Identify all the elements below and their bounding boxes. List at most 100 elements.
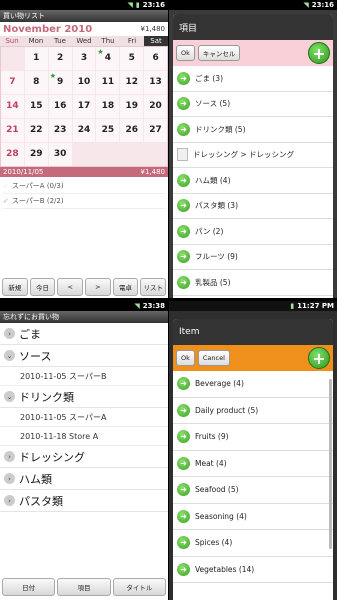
calendar-day[interactable]: 5 — [120, 47, 144, 70]
toolbar-button[interactable]: 電卓 — [112, 278, 139, 296]
arrow-right-icon: ➜ — [177, 403, 190, 417]
calendar-day[interactable]: 28 — [1, 143, 24, 166]
list-item-label: Meat (4) — [195, 458, 227, 468]
group-header[interactable]: › パスタ類 — [0, 490, 168, 512]
day-of-week-label: Sat — [144, 36, 168, 46]
list-item[interactable]: ➜ Seasoning (4) — [173, 504, 333, 530]
dialog-actions: Ok Cancel + — [173, 345, 333, 371]
list-item[interactable]: ➜ Vegetables (14) — [173, 557, 333, 583]
toolbar-button[interactable]: 新規 — [2, 278, 28, 296]
calendar-day[interactable]: 4 ★ — [96, 47, 120, 70]
group-header[interactable]: › ハム類 — [0, 468, 168, 490]
calendar-day[interactable]: 26 — [120, 119, 144, 142]
calendar-day[interactable]: 30 — [48, 143, 72, 166]
calendar-empty-cell — [72, 143, 96, 166]
list-item[interactable]: ➜ Daily product (5) — [173, 398, 333, 424]
calendar-day[interactable]: 25 — [96, 119, 120, 142]
ok-button[interactable]: Ok — [176, 45, 195, 61]
group-sub-item[interactable]: 2010-11-18 Store A — [0, 427, 168, 446]
toolbar-button[interactable]: > — [85, 278, 111, 296]
day-number: 6 — [152, 53, 159, 63]
calendar-day[interactable]: 10 — [72, 71, 96, 94]
cancel-button[interactable]: キャンセル — [197, 45, 241, 61]
calendar-day[interactable]: 19 — [120, 95, 144, 118]
toolbar-button[interactable]: < — [57, 278, 84, 296]
list-item[interactable]: ➜ ハム類 (4) — [173, 168, 333, 194]
cancel-button[interactable]: Cancel — [197, 350, 230, 366]
list-item[interactable]: ➜ 乳製品 (5) — [173, 270, 333, 296]
toolbar-button[interactable]: リスト — [140, 278, 167, 296]
list-item[interactable]: ➜ Meat (4) — [173, 451, 333, 477]
calendar-day[interactable]: 9 ★ — [48, 71, 72, 94]
bottom-toolbar: 新規 今日 < > 電卓 リスト — [0, 278, 168, 296]
calendar-day[interactable]: 27 — [144, 119, 167, 142]
calendar-day[interactable]: 16 — [48, 95, 72, 118]
list-item[interactable]: ➜ パン (2) — [173, 219, 333, 245]
calendar-day[interactable]: 8 — [24, 71, 48, 94]
group-header[interactable]: › ドレッシング — [0, 446, 168, 468]
scrollbar[interactable] — [329, 379, 332, 549]
calendar-day[interactable]: 29 — [24, 143, 48, 166]
item-dialog-screen-en: ▮ 11:27 PM Item Ok Cancel + ➜ Beverage (4… — [169, 301, 337, 600]
calendar-day[interactable]: 12 — [120, 71, 144, 94]
day-number: 21 — [6, 125, 19, 135]
day-number: 16 — [53, 101, 67, 111]
item-list: ➜ ごま (3) ➜ ソース (5) ➜ ドリンク類 (5) ドレッシング > ドレッシング… — [173, 66, 333, 296]
group-sub-item[interactable]: 2010-11-05 スーパーB — [0, 367, 168, 386]
calendar-day[interactable]: 20 — [144, 95, 167, 118]
list-item[interactable]: ➜ Seafood (5) — [173, 477, 333, 504]
calendar-day[interactable]: 1 — [24, 47, 48, 70]
chevron-right-icon: › — [4, 473, 15, 484]
list-item[interactable]: ➜ フルーツ (9) — [173, 245, 333, 270]
toolbar-button[interactable]: タイトル — [112, 578, 166, 596]
calendar-day[interactable]: 6 — [144, 47, 167, 70]
calendar-day[interactable]: 15 — [24, 95, 48, 118]
group-sub-item[interactable]: 2010-11-05 スーパーA — [0, 408, 168, 427]
list-item[interactable]: ドレッシング > ドレッシング — [173, 143, 333, 168]
day-number: 19 — [125, 101, 138, 111]
arrow-right-icon: ➜ — [177, 173, 190, 187]
calendar-day[interactable]: 13 — [144, 71, 167, 94]
list-item[interactable]: ➜ ごま (3) — [173, 66, 333, 92]
list-item[interactable]: ➜ ドリンク類 (5) — [173, 117, 333, 143]
calendar-day[interactable]: 22 — [24, 119, 48, 142]
calendar-day[interactable]: 7 — [1, 71, 24, 94]
add-icon[interactable]: + — [308, 347, 330, 369]
status-time: 23:38 — [142, 302, 165, 310]
list-item[interactable]: ➜ Spices (4) — [173, 530, 333, 557]
list-item[interactable]: ✓ スーパーB (2/2) — [3, 194, 165, 209]
group-label: パスタ類 — [19, 494, 63, 508]
toolbar-button[interactable]: 日付 — [2, 578, 56, 596]
group-header[interactable]: › ごま — [0, 323, 168, 345]
group-header[interactable]: ⌄ ドリンク類 — [0, 386, 168, 408]
arrow-right-icon: ➜ — [177, 483, 190, 497]
group-label: ハム類 — [19, 472, 52, 486]
list-item[interactable]: ➜ ソース (5) — [173, 92, 333, 117]
calendar-day[interactable]: 18 — [96, 95, 120, 118]
calendar-day[interactable]: 14 — [1, 95, 24, 118]
group-label: ソース — [19, 349, 52, 363]
list-item[interactable]: ➜ Fruits (9) — [173, 424, 333, 451]
add-icon[interactable]: + — [308, 42, 330, 64]
list-item[interactable]: ➜ Beverage (4) — [173, 371, 333, 398]
calendar-day[interactable]: 11 — [96, 71, 120, 94]
day-number: 27 — [149, 125, 162, 135]
arrow-right-icon: ➜ — [177, 97, 190, 111]
calendar-day[interactable]: 23 — [48, 119, 72, 142]
list-item[interactable]: ➜ パスタ類 (3) — [173, 194, 333, 219]
calendar-day[interactable]: 24 — [72, 119, 96, 142]
calendar-day[interactable]: 17 — [72, 95, 96, 118]
calendar-day[interactable]: 21 — [1, 119, 24, 142]
group-header[interactable]: ⌄ ソース — [0, 345, 168, 367]
wifi-icon: ◥ — [303, 1, 309, 9]
toolbar-button[interactable]: 項目 — [57, 578, 111, 596]
status-time: 11:27 PM — [297, 302, 334, 310]
list-item[interactable]: ✓ スーパーA (0/3) — [3, 179, 165, 194]
calendar-day[interactable]: 3 — [72, 47, 96, 70]
wifi-icon: ◥ — [127, 1, 133, 9]
toolbar-button[interactable]: 今日 — [29, 278, 56, 296]
arrow-right-icon: ➜ — [177, 71, 190, 85]
arrow-right-icon: ➜ — [177, 536, 190, 550]
ok-button[interactable]: Ok — [176, 350, 195, 366]
list-item-label: フルーツ (9) — [195, 252, 238, 262]
